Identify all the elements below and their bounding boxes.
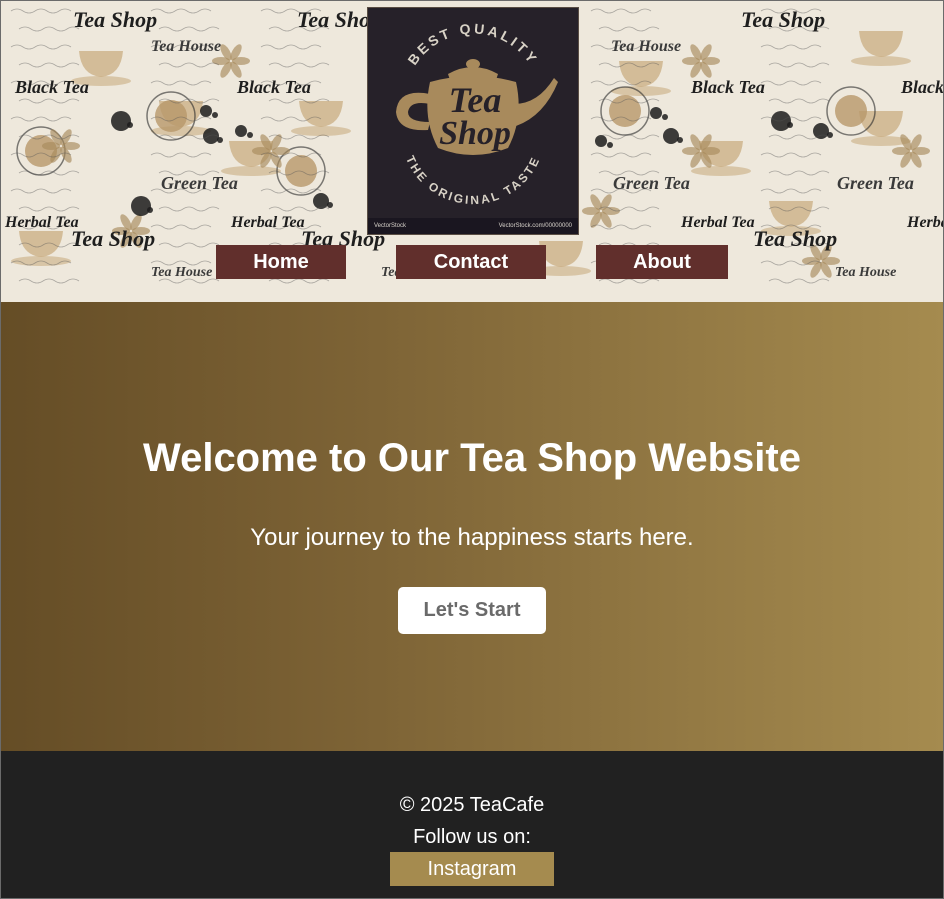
pattern-shape xyxy=(217,137,223,143)
pattern-shape xyxy=(827,132,833,138)
copyright-text: © 2025 TeaCafe xyxy=(399,794,545,816)
logo-credit-bar: VectorStock VectorStock.com/00000000 xyxy=(368,218,578,234)
pattern-text: Black Tea xyxy=(900,77,943,97)
pattern-shape xyxy=(247,132,253,138)
pattern-shape xyxy=(835,95,867,127)
pattern-shape xyxy=(677,137,683,143)
hero-subtitle: Your journey to the happiness starts her… xyxy=(250,524,694,551)
pattern-text: Herbal Tea xyxy=(680,214,755,231)
pattern-text: Black Tea xyxy=(690,77,765,97)
lets-start-button[interactable]: Let's Start xyxy=(398,587,546,634)
pattern-shape xyxy=(787,122,793,128)
pattern-text: Herbal Tea xyxy=(4,214,79,231)
logo-bottom-arc: THE ORIGINAL TASTE xyxy=(403,153,541,207)
teapot-logo-art: BEST QUALITY Tea Shop THE ORIGINAL TASTE xyxy=(396,20,558,207)
pattern-shape xyxy=(235,125,247,137)
pattern-shape xyxy=(127,122,133,128)
pattern-shape xyxy=(663,128,679,144)
pattern-shape xyxy=(313,193,329,209)
logo-credit-right: VectorStock.com/00000000 xyxy=(498,223,572,229)
pattern-shape xyxy=(155,100,187,132)
pattern-text: Herbal Tea xyxy=(230,214,305,231)
pattern-shape xyxy=(111,111,131,131)
hero-section: Welcome to Our Tea Shop Website Your jou… xyxy=(1,302,943,751)
logo-line1: Tea xyxy=(449,80,502,120)
pattern-shape xyxy=(595,135,607,147)
header: Tea Shop Black Tea Herbal Tea Tea House … xyxy=(1,1,943,302)
pattern-shape xyxy=(131,196,151,216)
pattern-text: Tea Shop xyxy=(71,226,155,251)
nav-contact-button[interactable]: Contact xyxy=(396,245,546,279)
page-frame: Tea Shop Black Tea Herbal Tea Tea House … xyxy=(0,0,944,899)
instagram-link[interactable]: Instagram xyxy=(390,852,554,886)
hero-title: Welcome to Our Tea Shop Website xyxy=(143,436,801,480)
follow-us-label: Follow us on: xyxy=(413,826,531,848)
pattern-shape xyxy=(662,114,668,120)
footer: © 2025 TeaCafe Follow us on: Instagram xyxy=(1,751,943,898)
pattern-text: Tea House xyxy=(151,38,221,55)
pattern-shape xyxy=(147,207,153,213)
logo-line2: Shop xyxy=(439,115,511,152)
pattern-text: Tea Shop xyxy=(753,226,837,251)
svg-text:THE ORIGINAL TASTE: THE ORIGINAL TASTE xyxy=(403,153,543,207)
pattern-text: Tea Shop xyxy=(741,7,825,32)
pattern-shape xyxy=(212,112,218,118)
pattern-text: Green Tea xyxy=(161,173,238,193)
pattern-text: Black Tea xyxy=(236,77,311,97)
tea-shop-logo: BEST QUALITY Tea Shop THE ORIGINAL TASTE… xyxy=(367,7,579,235)
pattern-shape xyxy=(851,56,911,66)
pattern-shape xyxy=(691,166,751,176)
pattern-shape xyxy=(200,105,212,117)
pattern-text: Black Tea xyxy=(14,77,89,97)
logo-credit-left: VectorStock xyxy=(374,223,407,229)
pattern-text: Tea House xyxy=(151,265,212,280)
pattern-shape xyxy=(813,123,829,139)
pattern-text: Tea Shop xyxy=(73,7,157,32)
nav-about-button[interactable]: About xyxy=(596,245,728,279)
pattern-text: Tea House xyxy=(611,38,681,55)
pattern-shape xyxy=(327,202,333,208)
pattern-shape xyxy=(291,126,351,136)
pattern-text: Herbal Tea xyxy=(906,214,943,231)
pattern-text: Green Tea xyxy=(613,173,690,193)
pattern-text: Green Tea xyxy=(837,173,914,193)
pattern-shape xyxy=(650,107,662,119)
nav-home-button[interactable]: Home xyxy=(216,245,346,279)
pattern-shape xyxy=(607,142,613,148)
pattern-text: Tea House xyxy=(835,265,896,280)
